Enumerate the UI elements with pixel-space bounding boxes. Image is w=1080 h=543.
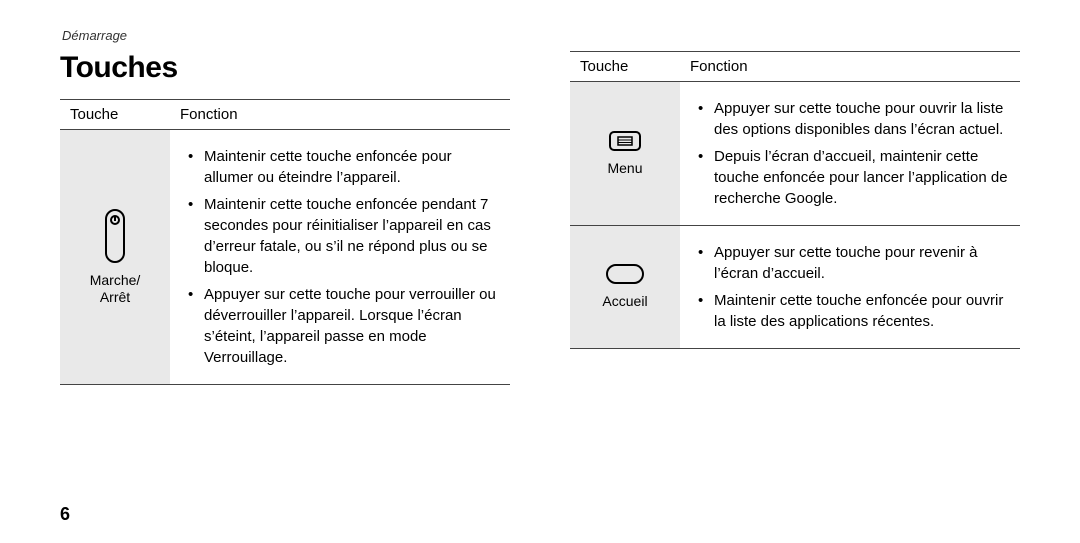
func-bullet: Depuis l’écran d’accueil, maintenir cett…	[704, 146, 1010, 209]
func-bullet: Maintenir cette touche enfoncée pendant …	[194, 194, 500, 278]
func-bullet: Appuyer sur cette touche pour revenir à …	[704, 242, 1010, 284]
page-number: 6	[60, 504, 70, 525]
page-title: Touches	[60, 51, 510, 85]
table-row: Menu Appuyer sur cette touche pour ouvri…	[570, 82, 1020, 226]
func-bullet: Maintenir cette touche enfoncée pour ouv…	[704, 290, 1010, 332]
right-column: Touche Fonction	[570, 51, 1020, 385]
keys-table-right: Touche Fonction	[570, 51, 1020, 349]
menu-key-icon	[580, 130, 670, 152]
left-column: Touches Touche Fonction	[60, 51, 510, 385]
col-header-func: Fonction	[170, 100, 510, 130]
keys-table-left: Touche Fonction	[60, 99, 510, 385]
col-header-key: Touche	[60, 100, 170, 130]
table-row: Marche/Arrêt Maintenir cette touche enfo…	[60, 130, 510, 385]
power-button-icon	[70, 208, 160, 264]
key-label: Accueil	[580, 293, 670, 311]
key-label: Menu	[580, 160, 670, 178]
running-head: Démarrage	[62, 28, 1020, 43]
func-bullet: Appuyer sur cette touche pour verrouille…	[194, 284, 500, 368]
func-bullet: Maintenir cette touche enfoncée pour all…	[194, 146, 500, 188]
func-bullet: Appuyer sur cette touche pour ouvrir la …	[704, 98, 1010, 140]
col-header-key: Touche	[570, 52, 680, 82]
home-key-icon	[580, 263, 670, 285]
table-row: Accueil Appuyer sur cette touche pour re…	[570, 226, 1020, 349]
col-header-func: Fonction	[680, 52, 1020, 82]
key-label: Marche/Arrêt	[70, 272, 160, 307]
